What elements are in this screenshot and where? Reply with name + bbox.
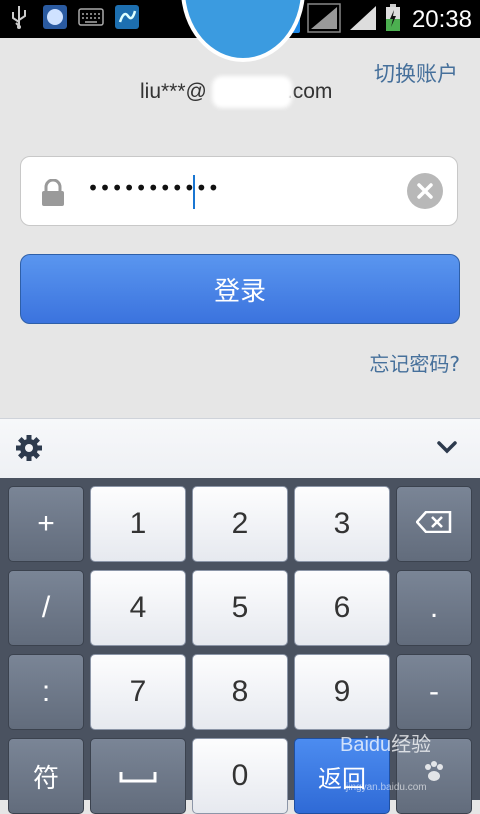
key-slash[interactable]: / bbox=[8, 570, 84, 646]
clock: 20:38 bbox=[411, 6, 472, 33]
watermark: Baidu经验 bbox=[340, 734, 432, 756]
key-space[interactable] bbox=[90, 738, 186, 814]
key-dot[interactable]: . bbox=[396, 570, 472, 646]
redacted-mask bbox=[212, 76, 292, 108]
chevron-down-icon[interactable] bbox=[436, 439, 458, 459]
key-0[interactable]: 0 bbox=[192, 738, 288, 814]
key-2[interactable]: 2 bbox=[192, 486, 288, 562]
password-value: ••••••••••• bbox=[87, 176, 220, 200]
lock-icon bbox=[40, 178, 66, 211]
keyboard-icon bbox=[78, 4, 104, 30]
login-button[interactable]: 登录 bbox=[20, 254, 460, 324]
key-5[interactable]: 5 bbox=[192, 570, 288, 646]
notification-icons bbox=[6, 4, 140, 30]
app2-icon bbox=[114, 4, 140, 30]
key-8[interactable]: 8 bbox=[192, 654, 288, 730]
keyboard-toolbar bbox=[0, 418, 480, 479]
key-6[interactable]: 6 bbox=[294, 570, 390, 646]
account-suffix: .com bbox=[286, 80, 333, 103]
key-3[interactable]: 3 bbox=[294, 486, 390, 562]
key-7[interactable]: 7 bbox=[90, 654, 186, 730]
password-field[interactable]: ••••••••••• bbox=[20, 156, 458, 226]
key-9[interactable]: 9 bbox=[294, 654, 390, 730]
key-4[interactable]: 4 bbox=[90, 570, 186, 646]
switch-account-link[interactable]: 切换账户 bbox=[374, 58, 458, 88]
forgot-password-link[interactable]: 忘记密码? bbox=[369, 348, 460, 377]
usb-icon bbox=[6, 4, 32, 30]
gear-icon[interactable] bbox=[14, 433, 44, 467]
key-minus[interactable]: - bbox=[396, 654, 472, 730]
key-symbols[interactable]: 符 bbox=[8, 738, 84, 814]
app-icon bbox=[42, 4, 68, 30]
key-backspace[interactable] bbox=[396, 486, 472, 562]
signal-icon bbox=[307, 3, 341, 37]
signal-strength-icon bbox=[348, 4, 378, 36]
battery-charging-icon bbox=[385, 4, 401, 36]
clear-icon[interactable] bbox=[407, 173, 443, 209]
key-1[interactable]: 1 bbox=[90, 486, 186, 562]
watermark-url: jingyan.baidu.com bbox=[346, 782, 427, 793]
space-icon bbox=[118, 759, 158, 793]
backspace-icon bbox=[415, 507, 452, 541]
key-plus[interactable]: + bbox=[8, 486, 84, 562]
text-caret bbox=[193, 175, 195, 209]
key-colon[interactable]: : bbox=[8, 654, 84, 730]
login-panel: liu***@ .com 切换账户 ••••••••••• 登录 忘记密码? bbox=[0, 0, 480, 418]
account-prefix: liu***@ bbox=[140, 80, 207, 103]
avatar bbox=[181, 0, 305, 62]
